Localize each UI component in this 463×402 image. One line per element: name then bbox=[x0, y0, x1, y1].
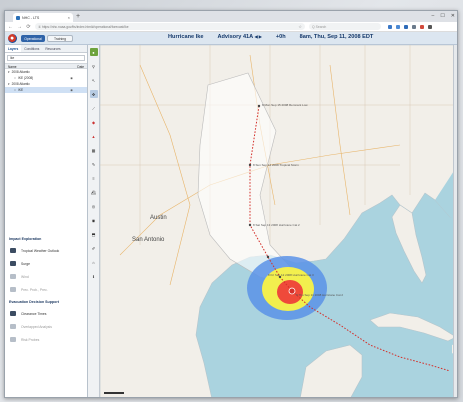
track-point-label: 8 Fri Sep 12 2008 Hurricane Cat 3 bbox=[268, 273, 314, 277]
track-point-label: 8 Sun Sep 14 2008 Tropical Storm bbox=[253, 163, 299, 167]
cursor-icon[interactable]: ↖ bbox=[90, 76, 98, 84]
back-icon[interactable]: ← bbox=[8, 24, 13, 30]
radar-icon[interactable]: ◎ bbox=[90, 202, 98, 210]
visibility-icon[interactable]: ◉ bbox=[70, 87, 73, 93]
impact-section-title: Impact Exploration bbox=[9, 237, 42, 241]
list-empty-space bbox=[5, 93, 87, 233]
evacuation-section-title: Evacuation Decision Support bbox=[9, 300, 59, 304]
clock-icon bbox=[10, 311, 16, 316]
minimize-button[interactable]: – bbox=[432, 12, 435, 20]
map-toolbar: ● ⚲ ↖ ✥ ⟋ ◆ ▲ ▦ ✎ ≡ ⛴ ◎ ◉ ⬒ ✐ ⌂ ℹ bbox=[88, 45, 100, 397]
globe-icon[interactable]: ● bbox=[89, 48, 98, 56]
storm-map[interactable]: Austin San Antonio 8 Mon Sep 15 2008 Rem… bbox=[100, 45, 458, 398]
visibility-icon[interactable]: ◉ bbox=[70, 75, 73, 81]
wind-icon bbox=[10, 274, 16, 279]
favicon-icon bbox=[16, 15, 20, 20]
expand-icon[interactable]: ▾ bbox=[8, 81, 10, 87]
wind-tool[interactable]: Wind bbox=[5, 270, 87, 283]
scale-bar bbox=[104, 392, 124, 394]
surge-icon bbox=[10, 261, 16, 266]
risk-probes-tool[interactable]: Risk Probes bbox=[5, 333, 87, 346]
url-text: ① https://nhc.noaa.gov/lts/index.html#/o… bbox=[38, 24, 129, 29]
app-header: Operational Training Hurricane Ike Advis… bbox=[5, 32, 457, 45]
address-bar[interactable]: ① https://nhc.noaa.gov/lts/index.html#/o… bbox=[35, 23, 305, 30]
layers-icon[interactable]: ≡ bbox=[90, 174, 98, 182]
map-right-panel-edge[interactable] bbox=[453, 45, 457, 397]
current-position-icon bbox=[288, 287, 296, 295]
city-label-san-antonio: San Antonio bbox=[132, 237, 165, 243]
storm-headline: Hurricane Ike Advisory 41A ◀ ▶ +0h 8am, … bbox=[168, 34, 373, 40]
tab-title: NHC - LTS bbox=[22, 15, 40, 20]
maximize-button[interactable]: ☐ bbox=[440, 12, 444, 20]
pin-icon[interactable]: ⚲ bbox=[90, 62, 98, 70]
operational-mode-button[interactable]: Operational bbox=[21, 35, 45, 42]
storm-icon: ○ bbox=[14, 88, 16, 92]
storm-symbol-icon[interactable]: ◆ bbox=[90, 118, 98, 126]
map-canvas[interactable] bbox=[100, 45, 458, 398]
track-point-label: 8 Thu Sep 11 2008 Hurricane Cat 2 bbox=[296, 293, 344, 297]
tab-resources[interactable]: Resources bbox=[42, 45, 63, 52]
forward-icon[interactable]: → bbox=[17, 24, 22, 30]
probe-icon bbox=[10, 337, 16, 342]
extension-icons bbox=[388, 24, 432, 29]
expand-icon[interactable]: ▾ bbox=[8, 69, 10, 75]
ship-icon[interactable]: ⛴ bbox=[90, 188, 98, 196]
navigation-bar: ← → ⟳ ① https://nhc.noaa.gov/lts/index.h… bbox=[5, 22, 457, 32]
search-input[interactable]: Q Search bbox=[309, 23, 381, 30]
draw-icon[interactable]: ✎ bbox=[90, 160, 98, 168]
window-controls: – ☐ ✕ bbox=[432, 12, 455, 20]
florida bbox=[391, 204, 427, 284]
yucatan bbox=[300, 344, 363, 397]
outlook-icon bbox=[10, 248, 16, 253]
precip-tool[interactable]: Prec. Prob., Prec. bbox=[5, 283, 87, 296]
overlapped-analysis-tool[interactable]: Overlapped Analysis bbox=[5, 320, 87, 333]
time-offset[interactable]: +0h bbox=[276, 34, 286, 40]
city-label-austin: Austin bbox=[150, 215, 167, 221]
menu-icon[interactable] bbox=[428, 24, 432, 29]
cuba bbox=[369, 312, 457, 342]
download-icon[interactable] bbox=[388, 24, 392, 29]
tab-conditions[interactable]: Conditions bbox=[21, 45, 42, 52]
column-date[interactable]: Date bbox=[77, 64, 84, 69]
library-icon[interactable] bbox=[396, 24, 400, 29]
storm-name: Hurricane Ike bbox=[168, 34, 204, 40]
eye-icon[interactable]: ◉ bbox=[90, 216, 98, 224]
column-name[interactable]: Name bbox=[8, 64, 17, 69]
home-icon[interactable]: ⌂ bbox=[90, 258, 98, 266]
close-window-button[interactable]: ✕ bbox=[451, 12, 455, 20]
browser-window: NHC - LTS × + – ☐ ✕ ← → ⟳ ① https://nhc.… bbox=[4, 10, 458, 398]
tab-layers[interactable]: Layers bbox=[5, 45, 22, 52]
advisory-selector[interactable]: Advisory 41A ◀ ▶ bbox=[217, 34, 261, 40]
new-tab-button[interactable]: + bbox=[76, 12, 80, 21]
info-icon[interactable]: ℹ bbox=[90, 272, 98, 280]
track-point-label: 8 Mon Sep 15 2008 Remnant Low bbox=[262, 103, 308, 107]
noaa-logo-icon bbox=[8, 34, 17, 43]
left-panel-tabs: Layers Conditions Resources bbox=[5, 45, 87, 53]
tab-close-icon[interactable]: × bbox=[68, 15, 70, 20]
home-icon[interactable] bbox=[412, 24, 416, 29]
tab-strip: NHC - LTS × + – ☐ ✕ bbox=[5, 11, 457, 22]
track-point-label: 8 Sat Sep 13 2008 Hurricane Cat 2 bbox=[253, 223, 300, 227]
reload-icon[interactable]: ⟳ bbox=[26, 24, 31, 30]
pan-icon[interactable]: ✥ bbox=[89, 90, 98, 98]
extension-icon[interactable] bbox=[420, 24, 424, 29]
tropical-outlook-tool[interactable]: Tropical Weather Outlook bbox=[5, 244, 87, 257]
measure-icon[interactable]: ⟋ bbox=[90, 104, 98, 112]
warning-icon[interactable]: ▲ bbox=[90, 132, 98, 140]
bucket-icon[interactable]: ⬒ bbox=[90, 230, 98, 238]
rain-icon bbox=[10, 287, 16, 292]
surge-tool[interactable]: Surge bbox=[5, 257, 87, 270]
issued-time: 8am, Thu, Sep 11, 2008 EDT bbox=[299, 34, 374, 40]
bookmark-star-icon[interactable]: ☆ bbox=[298, 24, 302, 29]
left-panel: Layers Conditions Resources Ike Name Dat… bbox=[5, 45, 88, 397]
grid-icon[interactable]: ▦ bbox=[90, 146, 98, 154]
pencil-icon[interactable]: ✐ bbox=[90, 244, 98, 252]
training-mode-button[interactable]: Training bbox=[47, 35, 73, 42]
storm-filter-input[interactable]: Ike bbox=[7, 55, 85, 61]
advisory-arrows-icon[interactable]: ◀ ▶ bbox=[255, 34, 262, 39]
browser-tab[interactable]: NHC - LTS × bbox=[13, 13, 73, 22]
sync-icon[interactable] bbox=[404, 24, 408, 29]
layers-icon bbox=[10, 324, 16, 329]
clearance-times-tool[interactable]: Clearance Times bbox=[5, 307, 87, 320]
